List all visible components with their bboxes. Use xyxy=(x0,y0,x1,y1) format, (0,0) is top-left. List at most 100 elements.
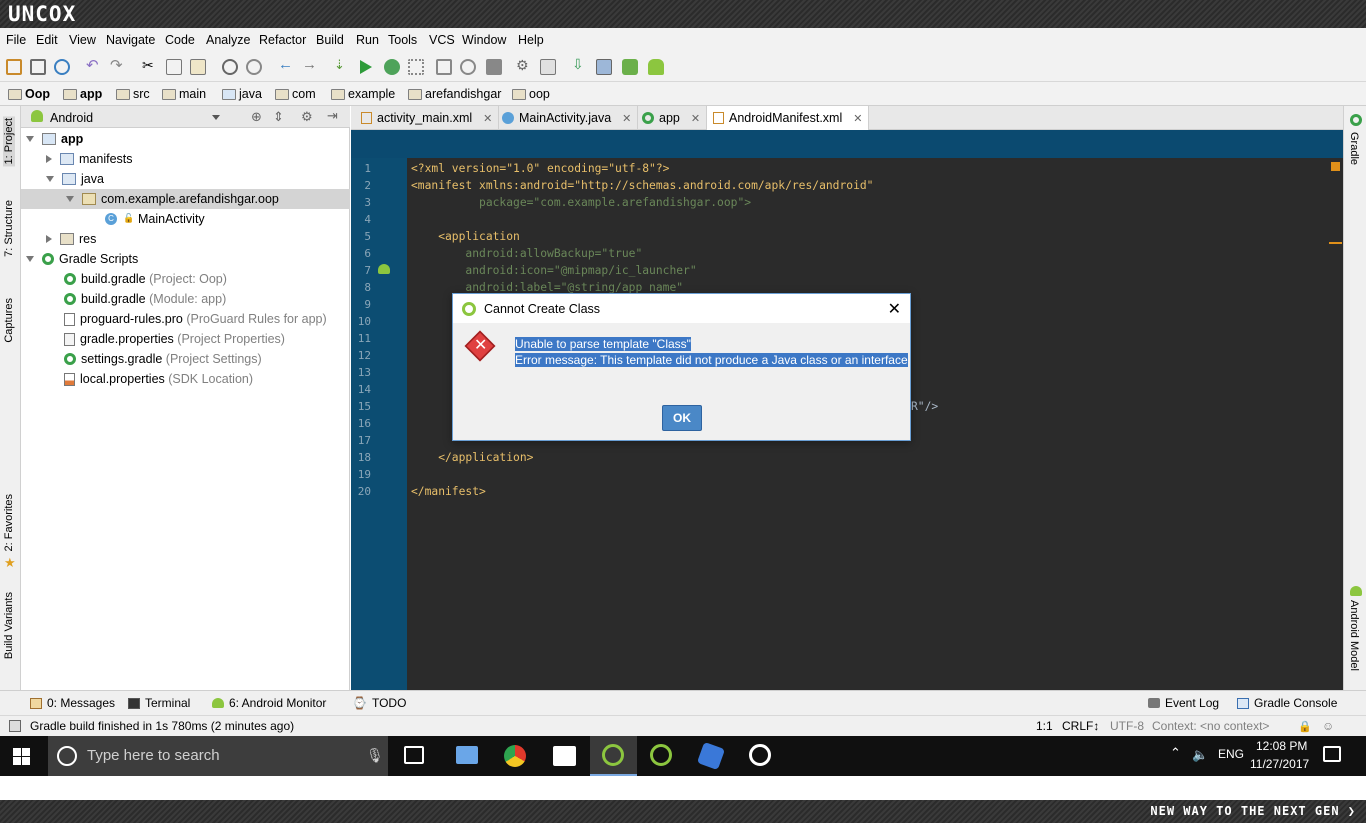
tab-activity-main-xml[interactable]: activity_main.xml ✕ xyxy=(355,106,500,130)
android-studio-icon-2[interactable] xyxy=(650,744,672,766)
windows-start-icon[interactable] xyxy=(13,748,30,765)
sync-icon[interactable] xyxy=(54,59,70,75)
replace-icon[interactable] xyxy=(246,59,262,75)
menu-navigate[interactable]: Navigate xyxy=(106,33,155,47)
caret-position[interactable]: 1:1 xyxy=(1036,719,1053,733)
close-icon[interactable]: ✕ xyxy=(691,112,700,125)
toggle-tool-windows-icon[interactable] xyxy=(9,720,21,732)
clock-time[interactable]: 12:08 PM xyxy=(1256,739,1307,753)
stop-icon[interactable] xyxy=(486,59,502,75)
forward-icon[interactable]: → xyxy=(302,56,318,73)
expand-icon[interactable] xyxy=(26,136,34,142)
expand-icon[interactable] xyxy=(46,176,54,182)
volume-icon[interactable]: 🔈 xyxy=(1192,747,1208,763)
hector-icon[interactable]: ☺ xyxy=(1322,719,1334,733)
settings-icon[interactable]: ⚙ xyxy=(516,57,532,73)
redo-icon[interactable]: ↷ xyxy=(110,56,126,74)
tab-build-variants[interactable]: Build Variants xyxy=(3,592,15,659)
breadcrumb-src[interactable]: src xyxy=(116,86,150,102)
expand-icon[interactable] xyxy=(26,256,34,262)
context-indicator[interactable]: Context: <no context> xyxy=(1152,719,1269,733)
clock-date[interactable]: 11/27/2017 xyxy=(1250,757,1309,771)
input-language[interactable]: ENG xyxy=(1218,747,1244,761)
menu-file[interactable]: File xyxy=(6,33,26,47)
tool-gradle-console[interactable]: Gradle Console xyxy=(1237,696,1337,710)
android-monitor-icon[interactable] xyxy=(648,59,664,75)
sync-gradle-icon[interactable]: ⇩ xyxy=(572,56,588,72)
menu-tools[interactable]: Tools xyxy=(388,33,417,47)
error-stripe-mark[interactable] xyxy=(1329,242,1342,244)
close-icon[interactable]: ✕ xyxy=(483,112,492,125)
tree-item-local-properties[interactable]: local.properties (SDK Location) xyxy=(21,369,350,389)
menu-vcs[interactable]: VCS xyxy=(429,33,455,47)
tree-item-java[interactable]: java xyxy=(21,169,350,189)
find-icon[interactable] xyxy=(222,59,238,75)
expand-icon[interactable] xyxy=(46,155,52,163)
notifications-icon[interactable] xyxy=(1323,746,1341,762)
tree-item-package[interactable]: com.example.arefandishgar.oop xyxy=(21,189,350,209)
save-icon[interactable] xyxy=(30,59,46,75)
tree-item-proguard[interactable]: proguard-rules.pro (ProGuard Rules for a… xyxy=(21,309,350,329)
open-folder-icon[interactable] xyxy=(6,59,22,75)
menu-view[interactable]: View xyxy=(69,33,96,47)
menu-edit[interactable]: Edit xyxy=(36,33,58,47)
chevron-up-icon[interactable]: ⌃ xyxy=(1170,745,1181,761)
breadcrumb-com[interactable]: com xyxy=(275,86,316,102)
tool-messages[interactable]: 0: Messages xyxy=(30,696,115,710)
chrome-icon[interactable] xyxy=(504,745,526,767)
tab-androidmanifest-xml[interactable]: AndroidManifest.xml ✕ xyxy=(707,106,870,130)
breadcrumb-main[interactable]: main xyxy=(162,86,206,102)
media-app-icon[interactable] xyxy=(553,746,576,766)
tool-event-log[interactable]: Event Log xyxy=(1148,696,1219,710)
tab-app[interactable]: app ✕ xyxy=(636,106,708,130)
tab-project[interactable]: 1: Project xyxy=(3,116,15,167)
breadcrumb-example[interactable]: example xyxy=(331,86,395,102)
line-separator[interactable]: CRLF↕ xyxy=(1062,719,1099,733)
scroll-from-source-icon[interactable]: ⊕ xyxy=(251,109,262,125)
menu-code[interactable]: Code xyxy=(165,33,195,47)
run-icon[interactable] xyxy=(360,60,372,74)
tab-captures[interactable]: Captures xyxy=(3,298,15,343)
paste-icon[interactable] xyxy=(190,59,206,75)
tree-item-build-gradle-project[interactable]: build.gradle (Project: Oop) xyxy=(21,269,350,289)
tree-item-gradle-scripts[interactable]: Gradle Scripts xyxy=(21,249,350,269)
close-icon[interactable]: ✕ xyxy=(888,299,901,319)
tool-todo[interactable]: ⌚ TODO xyxy=(352,696,406,710)
tree-item-settings-gradle[interactable]: settings.gradle (Project Settings) xyxy=(21,349,350,369)
tab-android-model[interactable]: Android Model xyxy=(1348,600,1360,671)
hide-panel-icon[interactable]: ⇥ xyxy=(327,108,338,124)
ok-button[interactable]: OK xyxy=(662,405,702,431)
desktop-app-icon[interactable] xyxy=(456,746,478,764)
avd-manager-icon[interactable] xyxy=(596,59,612,75)
breadcrumb-oop[interactable]: Oop xyxy=(8,86,50,102)
sdk-manager-icon[interactable] xyxy=(622,59,638,75)
attach-debugger-icon[interactable] xyxy=(436,59,452,75)
tree-item-mainactivity[interactable]: C 🔓 MainActivity xyxy=(21,209,350,229)
back-icon[interactable]: ← xyxy=(278,56,294,73)
chevron-down-icon[interactable] xyxy=(212,115,220,120)
menu-help[interactable]: Help xyxy=(518,33,544,47)
warning-marker-icon[interactable] xyxy=(1331,162,1340,171)
expand-icon[interactable] xyxy=(66,196,74,202)
lock-icon[interactable]: 🔒 xyxy=(1298,720,1312,733)
debug-icon[interactable] xyxy=(384,59,400,75)
breadcrumb-java[interactable]: java xyxy=(222,86,262,102)
undo-icon[interactable]: ↶ xyxy=(86,56,102,74)
tree-item-res[interactable]: res xyxy=(21,229,350,249)
file-encoding[interactable]: UTF-8 xyxy=(1110,719,1144,733)
menu-run[interactable]: Run xyxy=(356,33,379,47)
tree-item-gradle-properties[interactable]: gradle.properties (Project Properties) xyxy=(21,329,350,349)
status-message[interactable]: Gradle build finished in 1s 780ms (2 min… xyxy=(30,719,294,733)
tab-structure[interactable]: 7: Structure xyxy=(3,200,15,257)
target-app-icon[interactable] xyxy=(749,744,771,766)
expand-icon[interactable] xyxy=(46,235,52,243)
make-project-icon[interactable]: ⇣ xyxy=(334,57,350,73)
tool-android-monitor[interactable]: 6: Android Monitor xyxy=(212,696,326,710)
task-view-icon[interactable] xyxy=(404,746,424,764)
microphone-icon[interactable]: 🎙 xyxy=(366,747,384,764)
tree-item-app[interactable]: app xyxy=(21,129,350,149)
tab-gradle[interactable]: Gradle xyxy=(1348,132,1360,165)
cut-icon[interactable]: ✂ xyxy=(142,57,158,73)
tool-terminal[interactable]: Terminal xyxy=(128,696,190,710)
collapse-all-icon[interactable]: ⇕ xyxy=(273,109,284,125)
